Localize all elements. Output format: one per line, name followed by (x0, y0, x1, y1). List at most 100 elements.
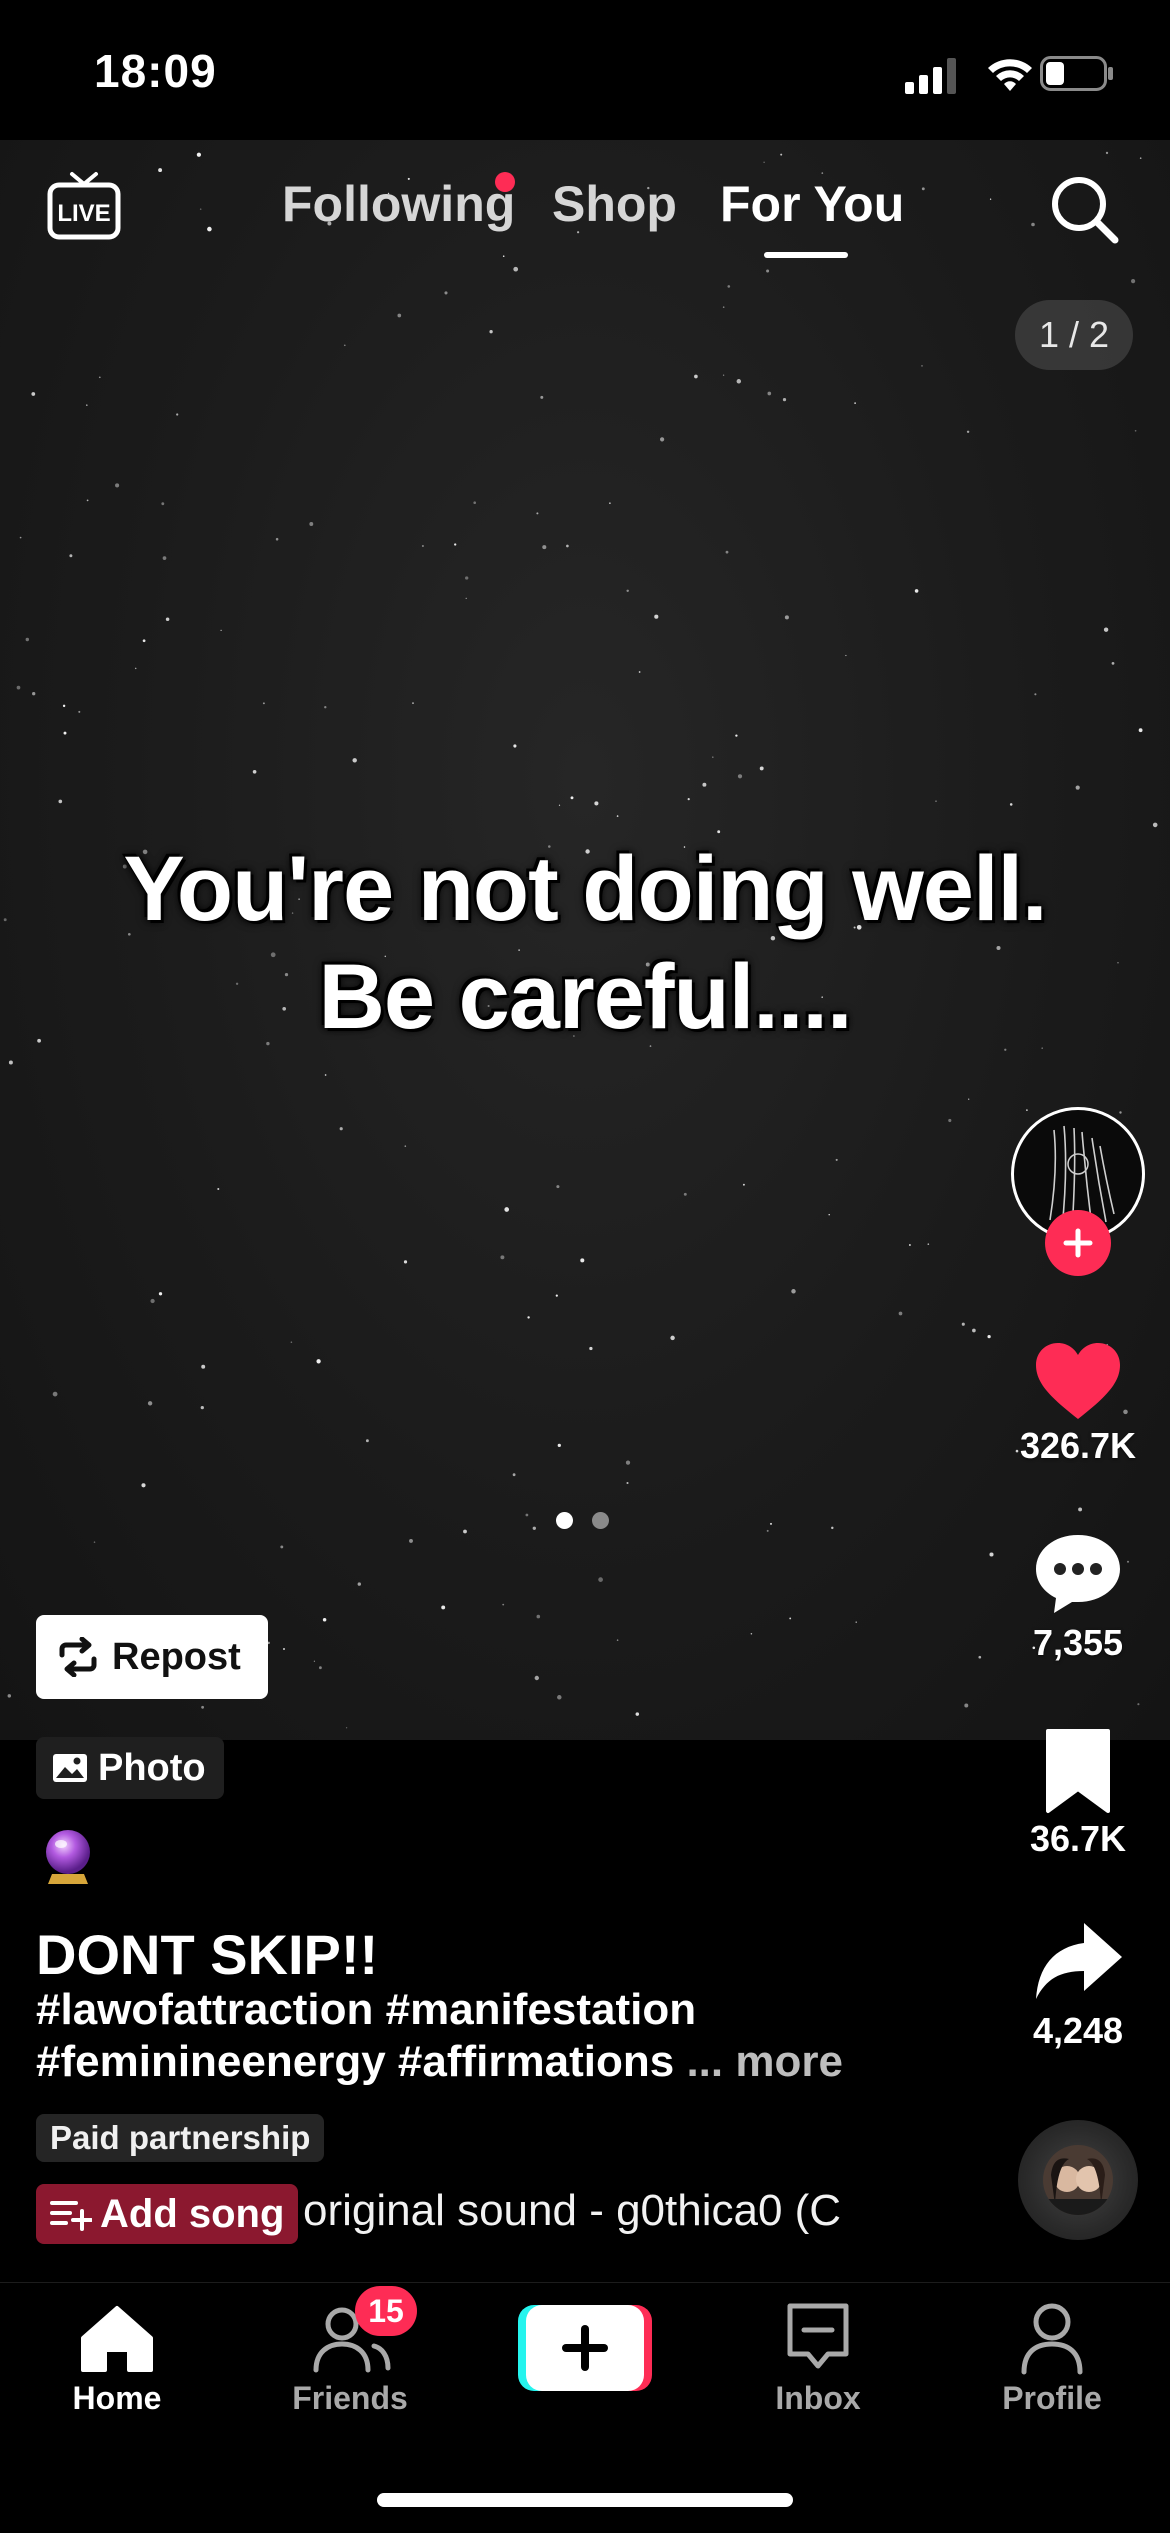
comment-icon[interactable] (1030, 1525, 1126, 1621)
bookmark-count: 36.7K (1029, 1818, 1127, 1859)
star (927, 1243, 930, 1245)
like-count: 326.7K (1019, 1425, 1137, 1466)
repost-label: Repost (112, 1635, 241, 1678)
paid-partnership-badge[interactable]: Paid partnership (36, 2114, 325, 2162)
star (968, 1098, 970, 1100)
star (282, 1647, 286, 1651)
star (165, 617, 170, 622)
star (908, 1244, 911, 1246)
music-disc[interactable] (1018, 2120, 1138, 2240)
follow-button[interactable] (1045, 1210, 1111, 1276)
nav-inbox[interactable]: Inbox (718, 2298, 918, 2416)
star (397, 313, 402, 318)
tab-for-you[interactable]: For You (720, 175, 904, 233)
star (502, 255, 505, 257)
star (196, 152, 202, 157)
star (465, 576, 469, 580)
overlay-line-1: You're not doing well. (123, 838, 1047, 940)
star (199, 208, 202, 210)
star (115, 483, 120, 488)
star (1105, 151, 1109, 155)
star (536, 1614, 541, 1619)
star (1131, 279, 1136, 284)
star (513, 744, 517, 748)
carousel-dot (592, 1512, 609, 1529)
star (316, 1359, 321, 1364)
star (1031, 222, 1035, 227)
live-tv-icon[interactable]: LIVE (46, 170, 122, 242)
nav-home-label: Home (72, 2380, 162, 2416)
star (791, 1289, 796, 1294)
tab-following[interactable]: Following (282, 175, 515, 233)
star (158, 168, 163, 173)
sound-name[interactable]: original sound - g0thica0 (C (303, 2186, 873, 2236)
star (782, 397, 787, 402)
star (280, 1545, 284, 1549)
tab-shop[interactable]: Shop (552, 175, 677, 233)
photo-overlay-text: You're not doing well. Be careful.... (0, 835, 1170, 1051)
star (659, 437, 665, 442)
star (625, 1460, 631, 1465)
star (767, 391, 772, 396)
star (220, 629, 222, 632)
star (78, 710, 81, 713)
star (1139, 157, 1142, 159)
friends-notification-badge: 15 (355, 2286, 417, 2336)
star (828, 1213, 830, 1216)
star (736, 379, 742, 384)
star (98, 376, 101, 379)
star (763, 161, 765, 163)
star (914, 589, 919, 593)
hashtags-line-2-text[interactable]: #feminineenergy #affirmations (36, 2037, 674, 2086)
share-count: 4,248 (1032, 2010, 1124, 2051)
star (821, 172, 824, 174)
caption-more-link[interactable]: ... more (686, 2037, 843, 2086)
repost-icon (59, 1637, 97, 1677)
share-arrow-icon[interactable] (1030, 1915, 1126, 2011)
nav-home[interactable]: Home (17, 2298, 217, 2416)
star (769, 1522, 773, 1525)
star (835, 1158, 838, 1161)
star (540, 395, 544, 399)
like-heart-icon[interactable] (1030, 1335, 1126, 1431)
star (343, 344, 346, 347)
star (626, 1481, 629, 1485)
star (717, 830, 721, 834)
star (1078, 1507, 1083, 1512)
star (972, 1328, 976, 1333)
star (635, 1712, 640, 1716)
nav-profile[interactable]: Profile (952, 2298, 1152, 2416)
star (93, 1541, 96, 1543)
star (1009, 803, 1013, 806)
carousel-dot-active (556, 1512, 573, 1529)
star (319, 1666, 322, 1670)
star (19, 536, 22, 539)
home-indicator (377, 2493, 793, 2507)
repost-button[interactable]: Repost (36, 1615, 268, 1699)
star (262, 702, 265, 705)
star (252, 769, 257, 774)
nav-friends[interactable]: Friends (250, 2298, 450, 2416)
star (964, 1703, 969, 1708)
plus-icon (1063, 1228, 1093, 1258)
star (489, 330, 493, 334)
star (989, 1552, 994, 1557)
hashtags-line-1[interactable]: #lawofattraction #manifestation (36, 1984, 936, 2036)
create-plus-icon[interactable] (518, 2305, 652, 2391)
add-song-button[interactable]: Add song (36, 2184, 299, 2244)
star (527, 1316, 530, 1319)
hashtags-line-2[interactable]: #feminineenergy #affirmations ... more (36, 2036, 936, 2088)
add-song-label: Add song (100, 2191, 285, 2236)
star (69, 554, 73, 558)
star (158, 1292, 163, 1296)
star (532, 1526, 536, 1530)
star (290, 1341, 293, 1343)
star (150, 1298, 155, 1304)
status-time: 18:09 (94, 45, 217, 97)
search-icon[interactable] (1045, 170, 1125, 250)
star (722, 374, 725, 376)
star (134, 667, 137, 670)
bookmark-icon[interactable] (1030, 1725, 1126, 1821)
caption-hashtags[interactable]: #lawofattraction #manifestation #feminin… (36, 1984, 936, 2088)
star (750, 1633, 753, 1635)
